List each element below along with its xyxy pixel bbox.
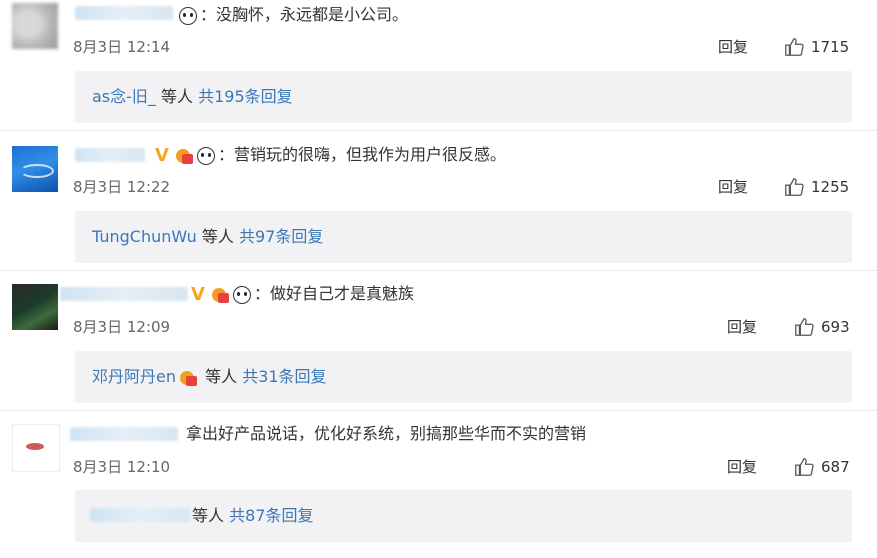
like-count: 693 (821, 318, 850, 336)
sub-reply-suffix: 等人 (200, 367, 238, 386)
sub-reply-suffix: 等人 (155, 87, 194, 106)
avatar[interactable] (12, 146, 58, 192)
panda-icon (232, 285, 252, 305)
v-icon: V (191, 283, 205, 305)
sub-reply-user-blurred[interactable] (90, 508, 190, 522)
like-count: 687 (821, 458, 850, 476)
username-blurred[interactable] (60, 287, 188, 301)
divider (0, 410, 877, 411)
like-button[interactable]: 693 (793, 316, 850, 338)
v-icon: V (155, 144, 169, 166)
divider (0, 130, 877, 131)
view-replies-link[interactable]: 共31条回复 (242, 367, 326, 386)
comment-text: V ：营销玩的很嗨，但我作为用户很反感。 (152, 145, 506, 166)
avatar[interactable] (12, 3, 58, 49)
comment-date: 8月3日 12:10 (73, 458, 171, 476)
reply-button[interactable]: 回复 (727, 457, 757, 477)
thumbs-up-icon (795, 458, 814, 476)
username-blurred[interactable] (75, 6, 173, 20)
crown-icon (210, 285, 230, 305)
divider (0, 270, 877, 271)
thumbs-up-icon (785, 38, 804, 56)
sub-reply-suffix: 等人 (196, 227, 234, 246)
sub-reply-summary: 邓丹阿丹en 等人 共31条回复 (75, 351, 852, 403)
comment-text: V ：做好自己才是真魅族 (188, 284, 414, 305)
view-replies-link[interactable]: 共97条回复 (239, 227, 323, 246)
comment-date: 8月3日 12:14 (73, 38, 171, 56)
comment-date: 8月3日 12:22 (73, 178, 171, 196)
comment-text: ：没胸怀，永远都是小公司。 (178, 5, 408, 26)
crown-icon (178, 368, 198, 388)
username-blurred[interactable] (70, 427, 178, 441)
thumbs-up-icon (785, 178, 804, 196)
comment-date: 8月3日 12:09 (73, 318, 171, 336)
sub-reply-summary: TungChunWu 等人 共97条回复 (75, 211, 852, 263)
sub-reply-suffix: 等人 (192, 506, 225, 525)
like-count: 1255 (811, 178, 850, 196)
like-button[interactable]: 687 (793, 456, 850, 478)
avatar[interactable] (12, 284, 58, 330)
comment-text: 拿出好产品说话，优化好系统，别搞那些华而不实的营销 (186, 424, 587, 443)
sub-reply-user[interactable]: 邓丹阿丹en (92, 367, 176, 386)
sub-reply-summary: as念-旧_ 等人 共195条回复 (75, 71, 852, 123)
sub-reply-user[interactable]: as念-旧_ (92, 87, 156, 106)
panda-icon (178, 6, 198, 26)
panda-icon (196, 146, 216, 166)
view-replies-link[interactable]: 共195条回复 (198, 87, 293, 106)
sub-reply-user[interactable]: TungChunWu (92, 227, 197, 246)
like-button[interactable]: 1715 (783, 36, 849, 58)
view-replies-link[interactable]: 共87条回复 (229, 506, 313, 525)
reply-button[interactable]: 回复 (718, 37, 748, 57)
like-button[interactable]: 1255 (783, 176, 849, 198)
reply-button[interactable]: 回复 (727, 317, 757, 337)
avatar[interactable] (12, 424, 60, 472)
reply-button[interactable]: 回复 (718, 177, 748, 197)
thumbs-up-icon (795, 318, 814, 336)
crown-icon (174, 146, 194, 166)
username-blurred[interactable] (75, 148, 145, 162)
sub-reply-summary: 等人 共87条回复 (75, 490, 852, 542)
like-count: 1715 (811, 38, 850, 56)
